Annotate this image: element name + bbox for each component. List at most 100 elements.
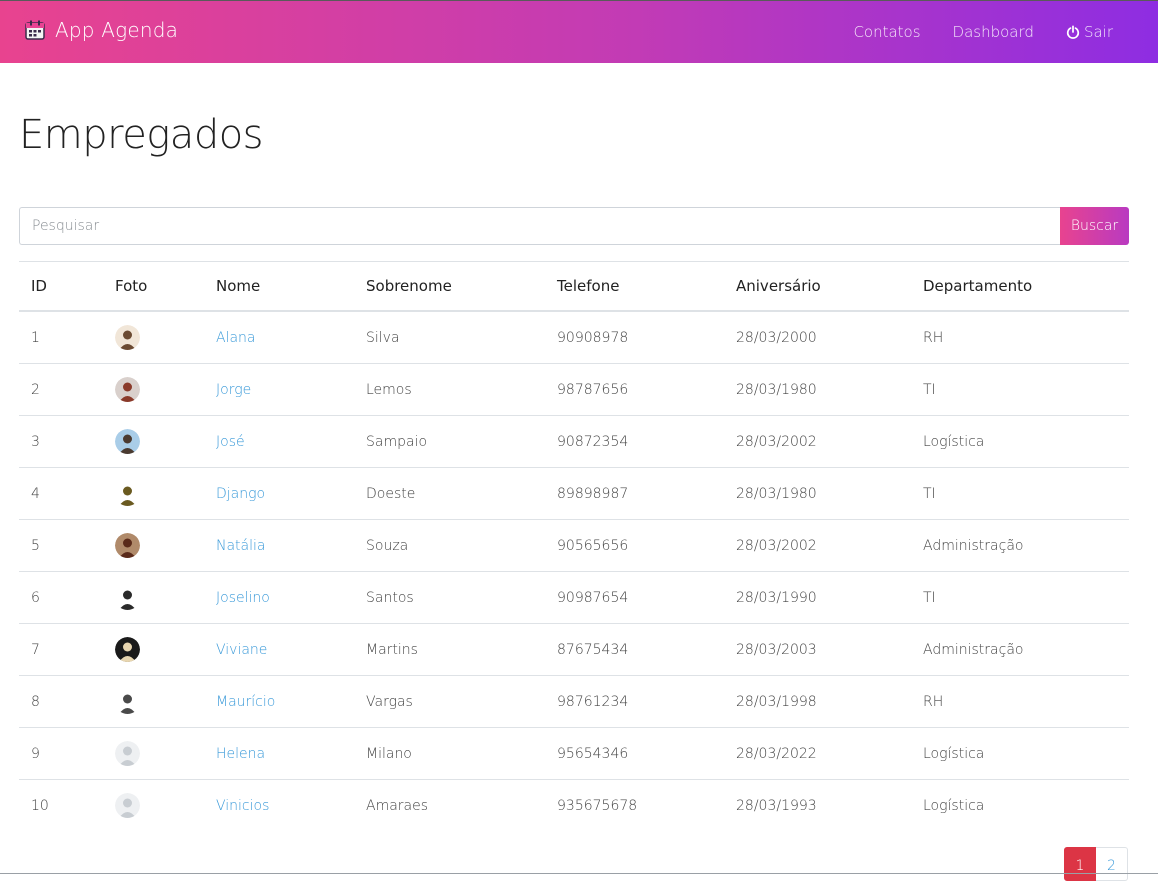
employee-name-link[interactable]: Natália (216, 538, 265, 554)
search-input[interactable] (19, 207, 1060, 245)
cell-sobrenome: Sampaio (366, 415, 557, 468)
brand[interactable]: App Agenda (24, 18, 178, 42)
employee-name-link[interactable]: Helena (216, 746, 265, 762)
cell-sobrenome: Doeste (366, 467, 557, 520)
pagination: 1 2 (1064, 847, 1128, 881)
top-navbar: App Agenda Contatos Dashboard Sair (0, 0, 1158, 63)
header-telefone: Telefone (557, 261, 736, 312)
avatar (115, 689, 140, 714)
cell-foto (115, 467, 216, 520)
search-button[interactable]: Buscar (1060, 207, 1129, 245)
cell-aniversario: 28/03/1998 (736, 675, 923, 728)
cell-id: 2 (19, 363, 115, 416)
cell-aniversario: 28/03/1980 (736, 363, 923, 416)
cell-id: 8 (19, 675, 115, 728)
cell-aniversario: 28/03/2022 (736, 727, 923, 780)
table-header-row: ID Foto Nome Sobrenome Telefone Aniversá… (19, 261, 1129, 312)
nav-link-sair[interactable]: Sair (1066, 23, 1113, 41)
nav-link-dashboard[interactable]: Dashboard (953, 23, 1034, 41)
table-row: 7 Viviane Martins 87675434 28/03/2003 Adminis… (19, 623, 1129, 676)
sair-label: Sair (1083, 23, 1113, 41)
cell-nome: Django (216, 467, 366, 520)
nav-links: Contatos Dashboard Sair (853, 23, 1158, 41)
cell-departamento: Administração (923, 519, 1129, 572)
employees-table: ID Foto Nome Sobrenome Telefone Aniversá… (19, 261, 1129, 831)
cell-foto (115, 311, 216, 364)
table-row: 4 Django Doeste 89898987 28/03/1980 TI (19, 467, 1129, 520)
cell-departamento: RH (923, 311, 1129, 364)
cell-telefone: 87675434 (557, 623, 736, 676)
header-foto: Foto (115, 261, 216, 312)
table-row: 9 Helena Milano 95654346 28/03/2022 Logística (19, 727, 1129, 780)
cell-departamento: Administração (923, 623, 1129, 676)
cell-foto (115, 780, 216, 832)
cell-telefone: 90908978 (557, 311, 736, 364)
table-row: 8 Maurício Vargas 98761234 28/03/1998 RH (19, 675, 1129, 728)
cell-telefone: 935675678 (557, 797, 638, 814)
cell-id: 5 (19, 519, 115, 572)
employee-name-link[interactable]: Jorge (216, 382, 251, 398)
cell-aniversario: 28/03/2002 (736, 519, 923, 572)
cell-departamento: TI (923, 571, 1129, 624)
cell-departamento: Logística (923, 415, 1129, 468)
avatar (115, 429, 140, 454)
cell-foto (115, 519, 216, 572)
table-row: 3 José Sampaio 90872354 28/03/2002 Logística (19, 415, 1129, 468)
cell-foto (115, 727, 216, 780)
employee-name-link[interactable]: Vinicios (216, 798, 269, 814)
employee-name-link[interactable]: Joselino (216, 590, 270, 606)
cell-foto (115, 363, 216, 416)
cell-sobrenome: Vargas (366, 675, 557, 728)
cell-sobrenome: Milano (366, 727, 557, 780)
table-row: 6 Joselino Santos 90987654 28/03/1990 TI (19, 571, 1129, 624)
cell-departamento: TI (923, 467, 1129, 520)
cell-id: 6 (19, 571, 115, 624)
employee-name-link[interactable]: Alana (216, 330, 256, 346)
cell-telefone: 98761234 (557, 675, 736, 728)
cell-nome: José (216, 415, 366, 468)
cell-id: 4 (19, 467, 115, 520)
cell-foto (115, 415, 216, 468)
cell-sobrenome: Santos (366, 571, 557, 624)
cell-telefone: 89898987 (557, 467, 736, 520)
header-sobrenome: Sobrenome (366, 261, 557, 312)
cell-foto (115, 571, 216, 624)
header-nome: Nome (216, 261, 366, 312)
calendar-icon (25, 20, 45, 40)
cell-nome: Joselino (216, 571, 366, 624)
employee-name-link[interactable]: Django (216, 486, 265, 502)
cell-departamento: RH (923, 675, 1129, 728)
cell-id: 10 (31, 797, 49, 814)
header-id: ID (19, 261, 115, 312)
cell-departamento: TI (923, 363, 1129, 416)
cell-telefone: 98787656 (557, 363, 736, 416)
cell-aniversario: 28/03/2000 (736, 311, 923, 364)
table-row: 5 Natália Souza 90565656 28/03/2002 Administr… (19, 519, 1129, 572)
cell-sobrenome: Souza (366, 519, 557, 572)
page-1-button[interactable]: 1 (1064, 847, 1096, 881)
cell-nome: Jorge (216, 363, 366, 416)
avatar (115, 533, 140, 558)
cell-nome: Maurício (216, 675, 366, 728)
table-row: 2 Jorge Lemos 98787656 28/03/1980 TI (19, 363, 1129, 416)
employee-name-link[interactable]: José (216, 434, 245, 450)
table-row: 1 Alana Silva 90908978 28/03/2000 RH (19, 311, 1129, 364)
cell-sobrenome: Martins (366, 623, 557, 676)
cell-nome: Helena (216, 727, 366, 780)
nav-link-contatos[interactable]: Contatos (853, 23, 920, 41)
cell-foto (115, 675, 216, 728)
cell-id: 7 (19, 623, 115, 676)
avatar (115, 325, 140, 350)
avatar (115, 741, 140, 766)
employee-name-link[interactable]: Maurício (216, 694, 275, 710)
page-title: Empregados (19, 112, 264, 158)
cell-sobrenome: Silva (366, 311, 557, 364)
cell-id: 9 (19, 727, 115, 780)
cell-telefone: 90872354 (557, 415, 736, 468)
employee-name-link[interactable]: Viviane (216, 642, 267, 658)
cell-telefone: 90987654 (557, 571, 736, 624)
avatar (115, 377, 140, 402)
cell-aniversario: 28/03/2003 (736, 623, 923, 676)
cell-nome: Natália (216, 519, 366, 572)
page-2-button[interactable]: 2 (1096, 847, 1128, 881)
